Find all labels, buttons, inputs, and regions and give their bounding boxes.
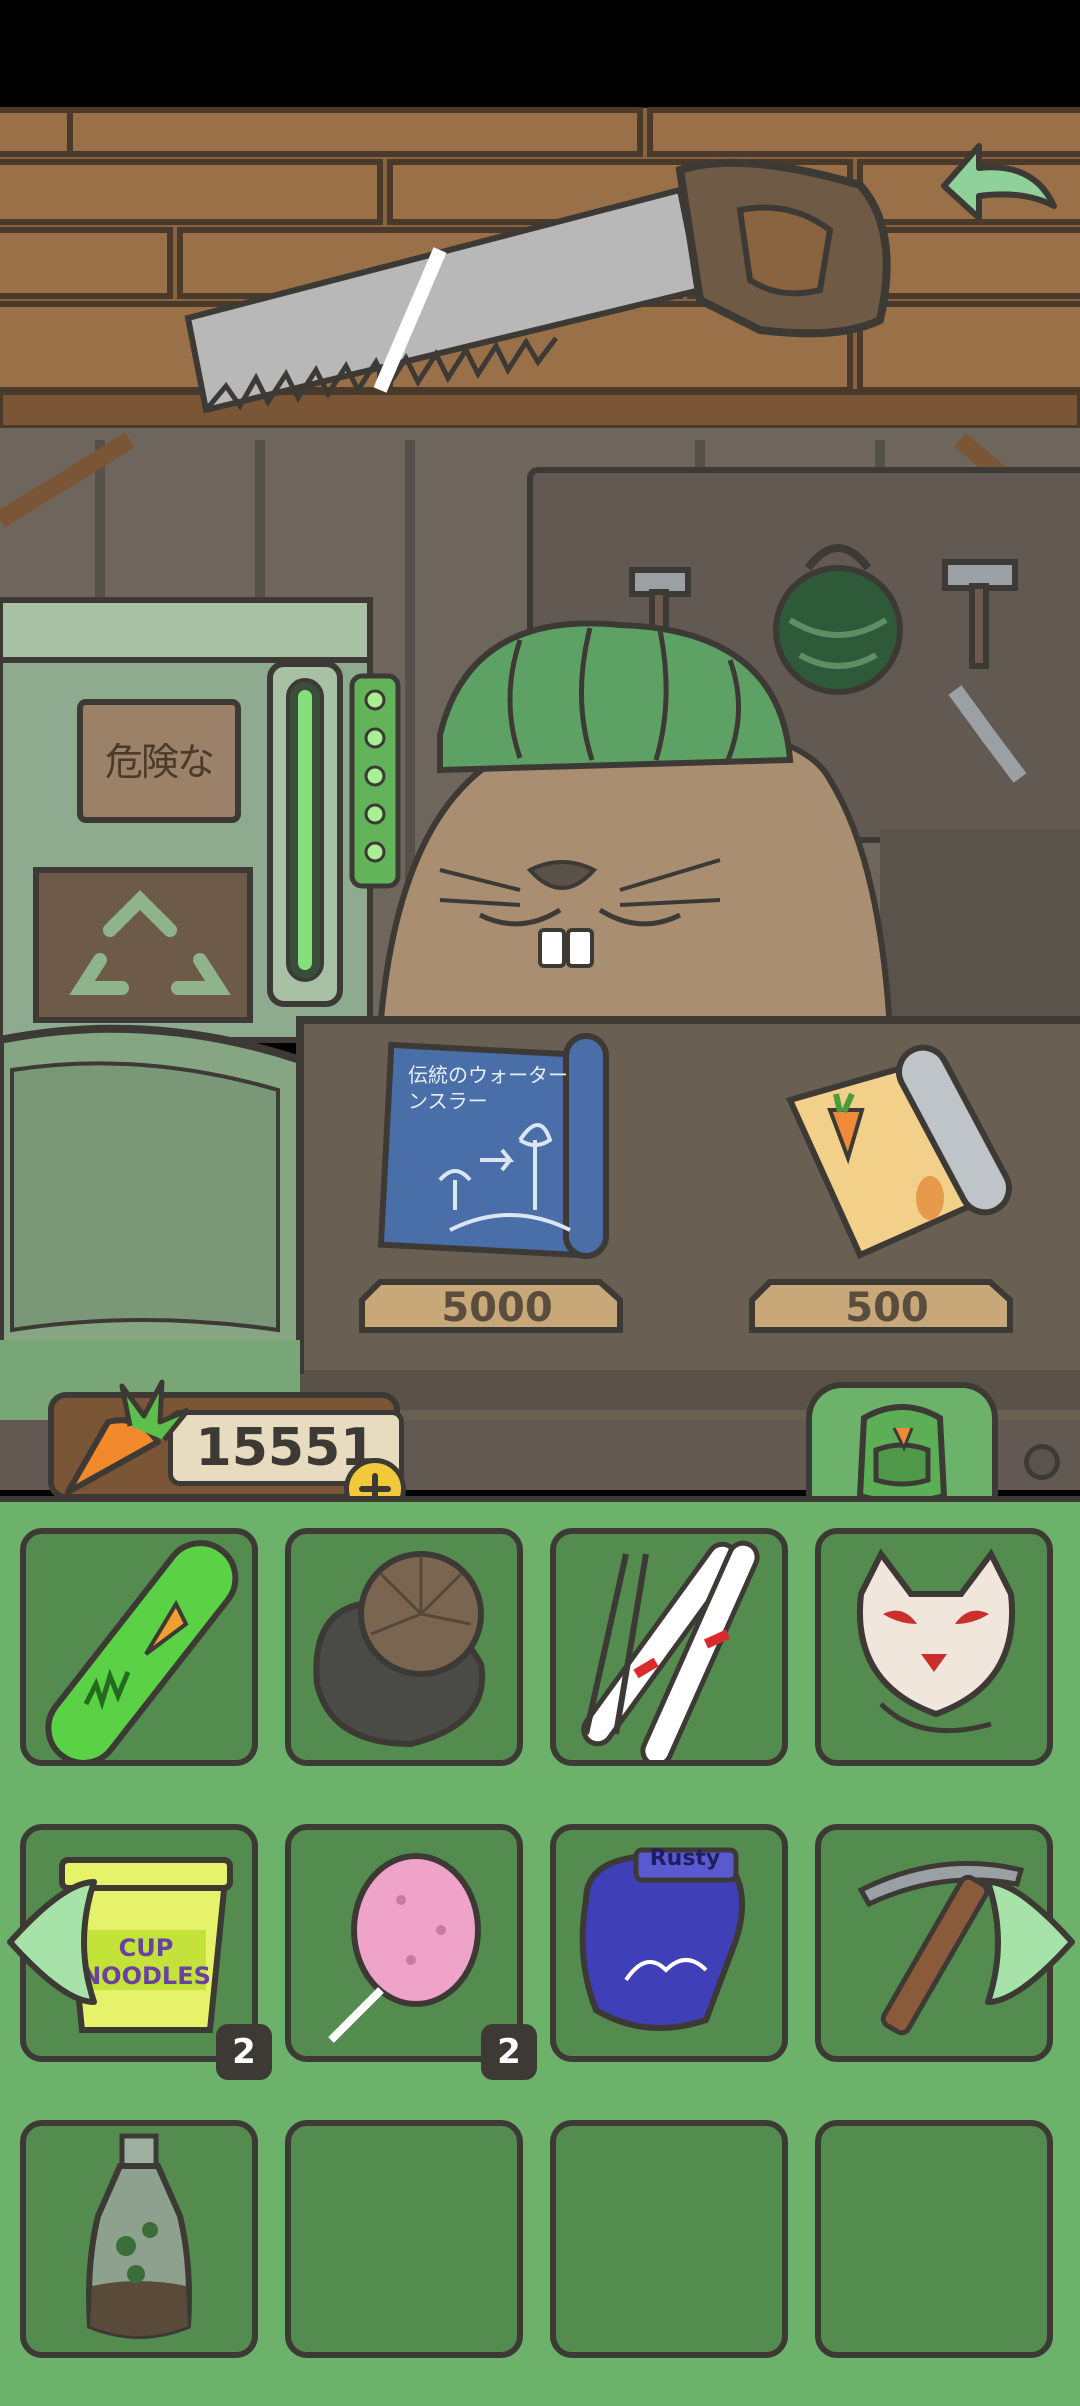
inventory-slot[interactable]: 2 [285, 1824, 537, 2080]
back-button[interactable] [924, 126, 1064, 236]
next-page-button[interactable] [982, 1872, 1078, 2012]
inventory-slot[interactable] [285, 2120, 523, 2358]
inventory-slot[interactable] [20, 1528, 258, 1766]
skis-and-poles-icon [581, 1540, 760, 1760]
currency-panel: 15551 [48, 1379, 406, 1520]
price-label: 500 [845, 1285, 929, 1331]
game-scene: 5000 500 危険な 伝統のウォーターンスラー 15551 CUP NOOD… [0, 0, 1080, 2406]
cotton-candy-icon [328, 1853, 481, 2043]
tab-indicator-dot[interactable] [1024, 1444, 1060, 1480]
inventory-slot[interactable] [285, 1528, 523, 1766]
fox-mask-icon [857, 1548, 1015, 1734]
blueprint-text: 伝統のウォーターンスラー [408, 1062, 568, 1114]
blueprint-caption: 伝統のウォーターンスラー [408, 1063, 568, 1113]
price-tag-blueprint[interactable]: 5000 [392, 1280, 602, 1336]
danger-sign: 危険な [86, 714, 232, 810]
back-arrow-icon [941, 143, 1057, 221]
left-arrow-icon [7, 1879, 97, 2005]
inventory-slot[interactable] [550, 2120, 788, 2358]
right-arrow-icon [985, 1879, 1075, 2005]
inventory-slot[interactable] [20, 2120, 258, 2358]
price-label: 5000 [441, 1285, 553, 1331]
inventory-slot[interactable] [815, 1528, 1053, 1766]
item-count-badge: 2 [481, 2024, 537, 2080]
bottle-terrarium-icon [86, 2133, 192, 2339]
inventory-slot[interactable]: Rusty [550, 1824, 788, 2062]
inventory-grid: CUP NOODLES 2 2 Rusty [0, 1496, 1080, 2400]
item-label: Rusty [649, 1846, 721, 1871]
inventory-slot[interactable] [815, 2120, 1053, 2358]
sign-text: 危険な [104, 740, 215, 784]
inventory-slot[interactable] [550, 1528, 788, 1766]
prev-page-button[interactable] [4, 1872, 100, 2012]
backpack-icon [856, 1404, 948, 1505]
carrot-icon [65, 1379, 188, 1495]
carrot-snowboard-icon [45, 1540, 239, 1760]
fur-hat-icon [313, 1551, 486, 1748]
item-count-badge: 2 [216, 2024, 272, 2080]
price-tag-carrot-scroll[interactable]: 500 [782, 1280, 992, 1336]
